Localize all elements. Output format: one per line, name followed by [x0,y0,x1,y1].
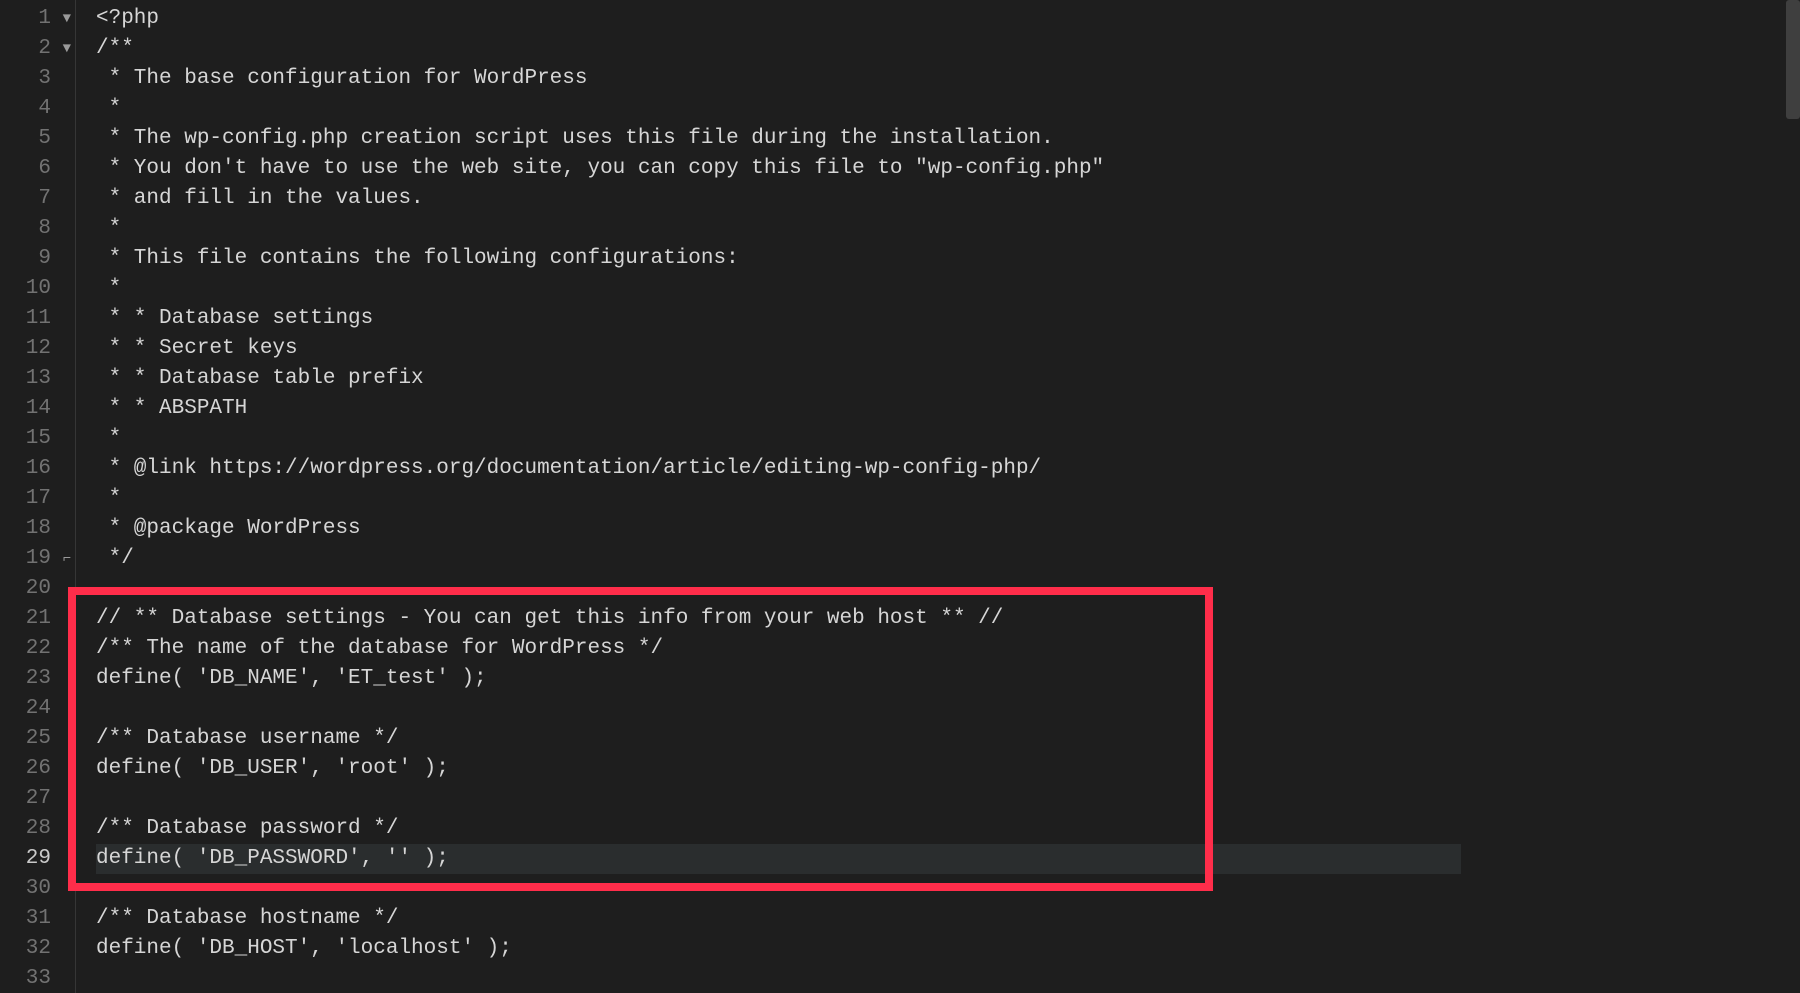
line-number[interactable]: 11 [0,304,75,334]
line-number[interactable]: 21 [0,604,75,634]
line-number[interactable]: 33 [0,964,75,993]
code-line[interactable]: /** Database hostname */ [96,904,1461,934]
vertical-scrollbar-thumb[interactable] [1786,0,1800,119]
line-number[interactable]: 31 [0,904,75,934]
code-editor[interactable]: 1▼2▼345678910111213141516171819⌐20212223… [0,0,1800,993]
fold-marker-icon[interactable]: ▼ [63,34,71,64]
code-line[interactable]: define( 'DB_NAME', 'ET_test' ); [96,664,1461,694]
line-number[interactable]: 8 [0,214,75,244]
line-number[interactable]: 7 [0,184,75,214]
code-line[interactable]: /** The name of the database for WordPre… [96,634,1461,664]
line-number[interactable]: 12 [0,334,75,364]
line-number[interactable]: 24 [0,694,75,724]
code-line[interactable]: * [96,274,1461,304]
code-line[interactable]: * This file contains the following confi… [96,244,1461,274]
code-line[interactable]: /** Database password */ [96,814,1461,844]
line-number[interactable]: 15 [0,424,75,454]
code-line[interactable]: define( 'DB_PASSWORD', '' ); [96,844,1461,874]
code-line[interactable]: * [96,94,1461,124]
code-line[interactable]: * * Database settings [96,304,1461,334]
line-number[interactable]: 20 [0,574,75,604]
line-number[interactable]: 2▼ [0,34,75,64]
fold-marker-icon[interactable]: ▼ [63,4,71,34]
line-number[interactable]: 19⌐ [0,544,75,574]
code-line[interactable]: /** Database username */ [96,724,1461,754]
code-line[interactable] [96,964,1461,993]
line-number[interactable]: 25 [0,724,75,754]
fold-marker-icon[interactable]: ⌐ [63,544,71,574]
code-line[interactable]: * [96,424,1461,454]
line-number[interactable]: 1▼ [0,4,75,34]
code-line[interactable]: /** [96,34,1461,64]
code-line[interactable]: */ [96,544,1461,574]
code-line[interactable]: * @link https://wordpress.org/documentat… [96,454,1461,484]
line-number[interactable]: 23 [0,664,75,694]
code-line[interactable]: * and fill in the values. [96,184,1461,214]
line-number[interactable]: 9 [0,244,75,274]
code-line[interactable]: <?php [96,4,1461,34]
line-number[interactable]: 14 [0,394,75,424]
line-number[interactable]: 17 [0,484,75,514]
code-line[interactable]: * You don't have to use the web site, yo… [96,154,1461,184]
code-line[interactable]: * @package WordPress [96,514,1461,544]
code-line[interactable] [96,874,1461,904]
line-number[interactable]: 22 [0,634,75,664]
code-area[interactable]: <?php/** * The base configuration for Wo… [76,0,1461,993]
code-line[interactable]: define( 'DB_USER', 'root' ); [96,754,1461,784]
code-line[interactable]: * * Database table prefix [96,364,1461,394]
code-line[interactable]: * [96,214,1461,244]
code-line[interactable]: define( 'DB_HOST', 'localhost' ); [96,934,1461,964]
code-line[interactable]: * [96,484,1461,514]
code-line[interactable] [96,574,1461,604]
line-number[interactable]: 13 [0,364,75,394]
line-number[interactable]: 27 [0,784,75,814]
code-line[interactable]: * The base configuration for WordPress [96,64,1461,94]
code-line[interactable]: // ** Database settings - You can get th… [96,604,1461,634]
line-number[interactable]: 6 [0,154,75,184]
line-number[interactable]: 18 [0,514,75,544]
line-number-gutter[interactable]: 1▼2▼345678910111213141516171819⌐20212223… [0,0,76,993]
code-line[interactable]: * * ABSPATH [96,394,1461,424]
code-line[interactable] [96,694,1461,724]
line-number[interactable]: 10 [0,274,75,304]
line-number[interactable]: 4 [0,94,75,124]
line-number[interactable]: 5 [0,124,75,154]
line-number[interactable]: 29 [0,844,75,874]
line-number[interactable]: 26 [0,754,75,784]
line-number[interactable]: 32 [0,934,75,964]
code-line[interactable]: * The wp-config.php creation script uses… [96,124,1461,154]
line-number[interactable]: 3 [0,64,75,94]
line-number[interactable]: 16 [0,454,75,484]
code-line[interactable] [96,784,1461,814]
code-line[interactable]: * * Secret keys [96,334,1461,364]
vertical-scrollbar-track[interactable] [1786,0,1800,993]
line-number[interactable]: 28 [0,814,75,844]
line-number[interactable]: 30 [0,874,75,904]
